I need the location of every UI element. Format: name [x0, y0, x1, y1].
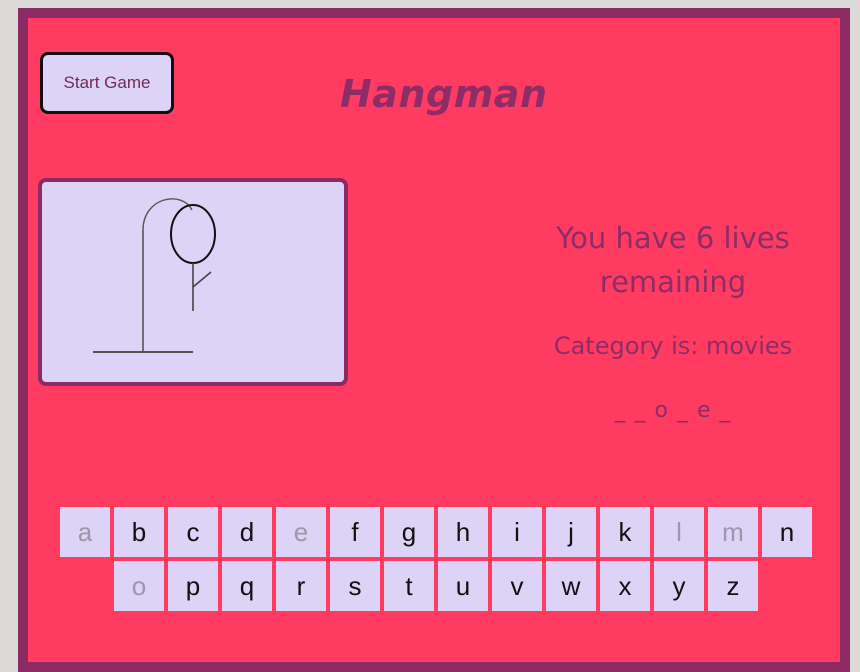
lives-remaining-text: You have 6 lives remaining: [556, 221, 790, 299]
gallows-rope-hook: [142, 198, 193, 231]
letter-key-c[interactable]: c: [168, 507, 218, 557]
keyboard-row-1: abcdefghijklmn: [56, 507, 816, 557]
hangman-drawing-panel: [38, 178, 348, 386]
game-frame: Start Game Hangman You have 6 lives rema…: [18, 8, 850, 672]
letter-key-k[interactable]: k: [600, 507, 650, 557]
letter-key-z[interactable]: z: [708, 561, 758, 611]
letter-key-j[interactable]: j: [546, 507, 596, 557]
hangman-left-arm: [192, 271, 212, 288]
word-display: _ _ o _ e _: [614, 398, 732, 423]
start-game-button[interactable]: Start Game: [40, 52, 174, 114]
letter-key-b[interactable]: b: [114, 507, 164, 557]
letter-key-v[interactable]: v: [492, 561, 542, 611]
letter-key-m[interactable]: m: [708, 507, 758, 557]
hangman-drawing: [93, 198, 216, 353]
letter-key-y[interactable]: y: [654, 561, 704, 611]
page-title: Hangman: [340, 72, 548, 116]
letter-key-i[interactable]: i: [492, 507, 542, 557]
letter-key-t[interactable]: t: [384, 561, 434, 611]
hangman-head: [170, 204, 216, 264]
letter-key-h[interactable]: h: [438, 507, 488, 557]
keyboard-row-2: opqrstuvwxyz: [56, 561, 816, 611]
letter-key-w[interactable]: w: [546, 561, 596, 611]
letter-key-e[interactable]: e: [276, 507, 326, 557]
letter-key-o[interactable]: o: [114, 561, 164, 611]
letter-key-n[interactable]: n: [762, 507, 812, 557]
letter-key-r[interactable]: r: [276, 561, 326, 611]
letter-key-a[interactable]: a: [60, 507, 110, 557]
letter-key-p[interactable]: p: [168, 561, 218, 611]
letter-key-d[interactable]: d: [222, 507, 272, 557]
letter-key-u[interactable]: u: [438, 561, 488, 611]
letter-key-l[interactable]: l: [654, 507, 704, 557]
letter-key-q[interactable]: q: [222, 561, 272, 611]
letter-key-f[interactable]: f: [330, 507, 380, 557]
letter-key-s[interactable]: s: [330, 561, 380, 611]
letter-key-x[interactable]: x: [600, 561, 650, 611]
category-text: Category is: movies: [553, 332, 793, 360]
letter-key-g[interactable]: g: [384, 507, 434, 557]
letter-keyboard: abcdefghijklmn opqrstuvwxyz: [56, 507, 816, 615]
